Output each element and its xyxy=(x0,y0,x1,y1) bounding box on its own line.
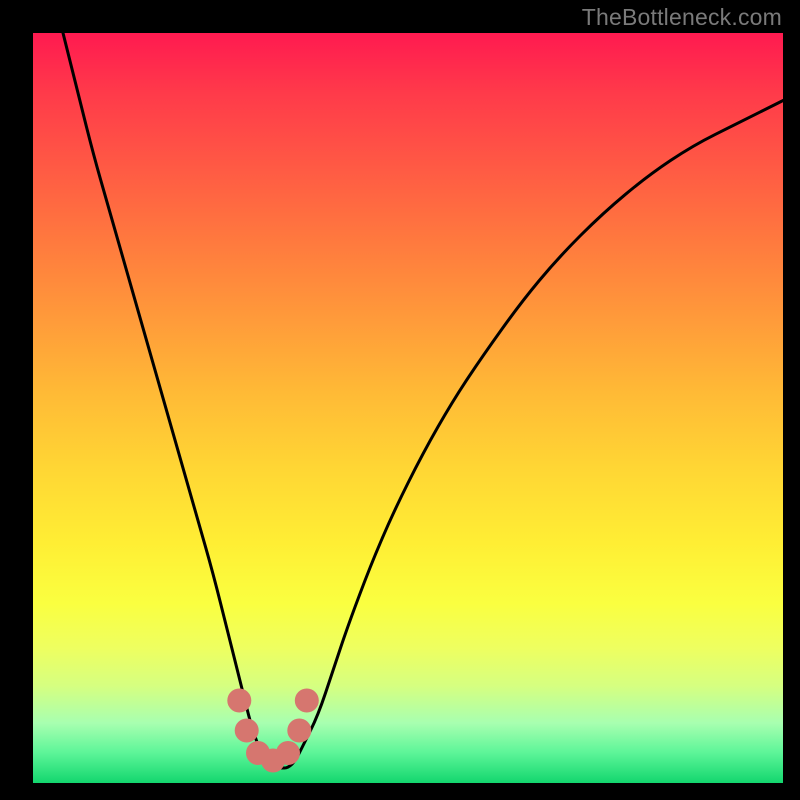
watermark-text: TheBottleneck.com xyxy=(582,4,782,31)
bottleneck-curve xyxy=(63,33,783,768)
chart-svg xyxy=(33,33,783,783)
curve-marker-0 xyxy=(227,689,251,713)
curve-marker-1 xyxy=(235,719,259,743)
curve-marker-6 xyxy=(295,689,319,713)
marker-group xyxy=(227,689,318,773)
chart-frame: TheBottleneck.com xyxy=(0,0,800,800)
curve-marker-5 xyxy=(287,719,311,743)
curve-marker-4 xyxy=(276,741,300,765)
